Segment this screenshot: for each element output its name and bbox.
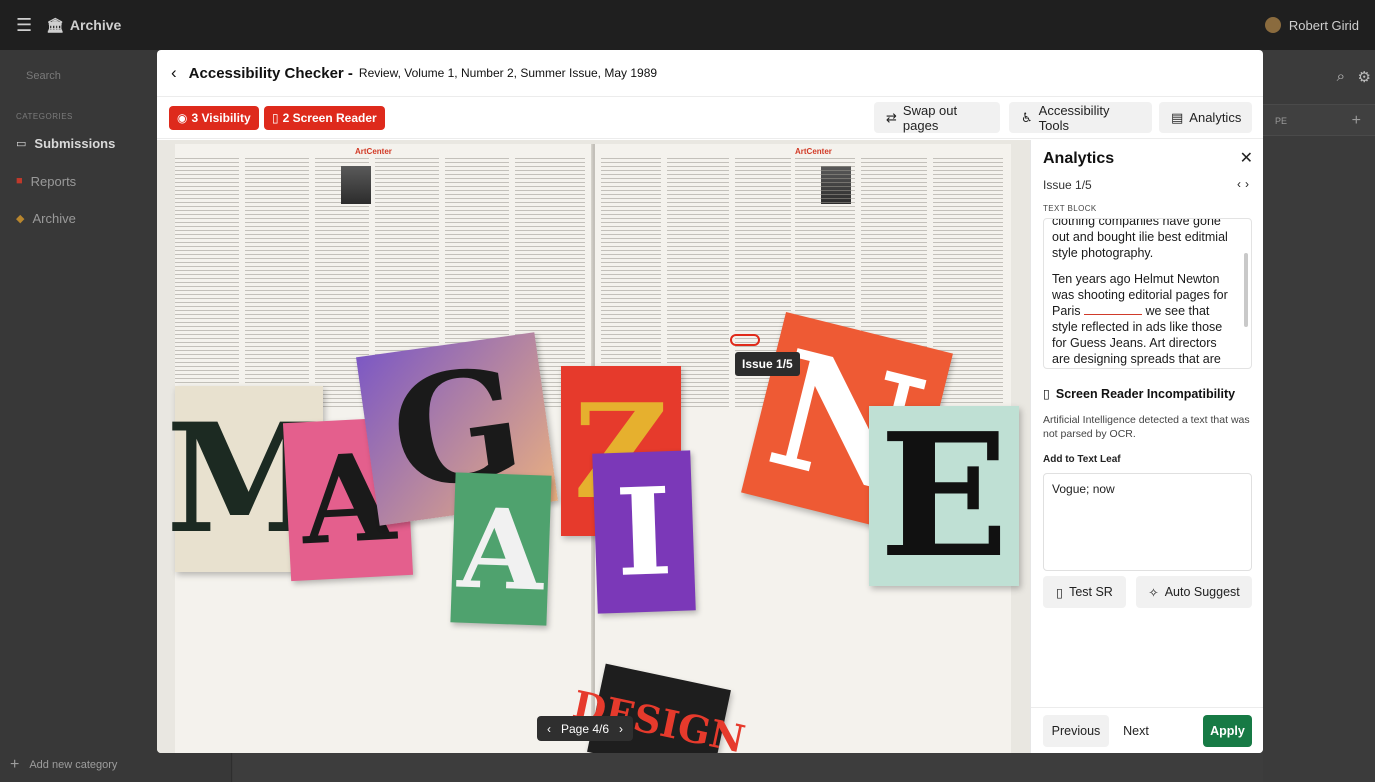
sparkle-icon: ✧: [1148, 585, 1159, 600]
accessibility-checker-modal: ‹ Accessibility Checker - Review, Volume…: [157, 50, 1263, 753]
app-brand[interactable]: 🏛 Archive: [46, 17, 121, 34]
sidebar-item-label: Archive: [32, 210, 76, 226]
categories-heading: CATEGORIES: [16, 112, 73, 121]
letter-card-a2: A: [450, 472, 552, 626]
page-indicator: Page 4/6: [561, 721, 610, 736]
text-column: [175, 158, 239, 408]
add-category-label: Add new category: [29, 759, 118, 771]
clipboard-icon: ▤: [1171, 109, 1184, 125]
previous-button[interactable]: Previous: [1043, 715, 1109, 747]
apply-button[interactable]: Apply: [1203, 715, 1252, 747]
book-icon: ▯: [1056, 585, 1064, 600]
modal-subtitle: Review, Volume 1, Number 2, Summer Issue…: [358, 66, 658, 80]
visibility-issues-badge[interactable]: ◉ 3 Visibility: [169, 106, 259, 130]
next-page-icon[interactable]: ›: [619, 722, 623, 736]
missing-text-blank: [1083, 305, 1142, 315]
previous-page-icon[interactable]: ‹: [547, 722, 551, 736]
analytics-panel: Analytics ✕ Issue 1/5 ‹› TEXT BLOCK clot…: [1030, 140, 1263, 753]
avatar: [1264, 17, 1281, 33]
magazine-masthead-logo: ArtCenter: [795, 147, 832, 156]
issue-nav: ‹›: [1237, 177, 1253, 191]
plus-icon: +: [10, 756, 20, 773]
accessibility-icon: ♿: [1021, 109, 1033, 125]
sidebar-item-reports[interactable]: ■ Reports: [16, 166, 76, 196]
eye-icon: ◉: [177, 111, 188, 125]
text-block-paragraph: clothing companies have gone out and bou…: [1052, 218, 1228, 260]
add-column-icon[interactable]: +: [1352, 105, 1361, 137]
portrait-photo: [341, 166, 371, 204]
chevron-right-icon[interactable]: ›: [1245, 177, 1253, 191]
magazine-masthead-logo: ArtCenter: [355, 147, 392, 156]
user-name: Robert Girid: [1288, 17, 1359, 33]
book-icon: ▯: [1043, 387, 1050, 401]
accessibility-tools-button[interactable]: ♿ Accessibility Tools: [1009, 102, 1152, 133]
sidebar-item-archive[interactable]: ◆ Archive: [16, 203, 76, 233]
letter-card-i: I: [592, 450, 696, 614]
issue-tooltip: Issue 1/5: [735, 352, 800, 376]
magazine-spread: ArtCenter ArtCenter M A G A Z I N E DESI…: [166, 144, 1019, 753]
box-icon: ◆: [16, 212, 25, 225]
sidebar-item-label: Reports: [30, 173, 77, 189]
screen-reader-issue-description: Artificial Intelligence detected a text …: [1043, 414, 1250, 440]
text-block-label: TEXT BLOCK: [1043, 204, 1097, 213]
test-sr-label: Test SR: [1069, 585, 1113, 599]
swap-pages-label: Swap out pages: [902, 102, 958, 133]
background-table-area: ⌕ ⚙ PE +: [1263, 50, 1375, 782]
test-sr-button[interactable]: ▯ Test SR: [1043, 576, 1126, 608]
text-leaf-input[interactable]: Vogue; now: [1043, 473, 1252, 571]
page-navigator: ‹ Page 4/6 ›: [537, 716, 634, 741]
auto-suggest-button[interactable]: ✧ Auto Suggest: [1136, 576, 1252, 608]
text-block[interactable]: clothing companies have gone out and bou…: [1043, 218, 1252, 369]
search-icon[interactable]: ⌕: [1337, 68, 1345, 85]
sidebar-search-input[interactable]: Search: [14, 64, 144, 88]
text-block-paragraph: Ten years ago Helmut Newton was shooting…: [1052, 272, 1228, 366]
hamburger-menu-icon[interactable]: ☰: [16, 15, 32, 36]
screen-reader-issue-title: Screen Reader Incompatibility: [1055, 386, 1236, 401]
letter-card-e: E: [869, 396, 1019, 596]
issue-counter: Issue 1/5: [1043, 178, 1092, 192]
text-column: [245, 158, 309, 408]
gear-icon[interactable]: ⚙: [1358, 68, 1371, 86]
panel-title: Analytics: [1043, 150, 1115, 167]
text-block-scrollbar[interactable]: [1244, 253, 1248, 327]
text-block-content: clothing companies have gone out and bou…: [1052, 218, 1238, 368]
issue-highlight-marker[interactable]: [730, 334, 760, 346]
modal-header: ‹ Accessibility Checker - Review, Volume…: [157, 50, 1263, 97]
book-icon: ▯: [272, 111, 279, 125]
close-icon[interactable]: ✕: [1240, 148, 1253, 168]
auto-suggest-label: Auto Suggest: [1164, 585, 1240, 599]
document-viewer[interactable]: ArtCenter ArtCenter M A G A Z I N E DESI…: [157, 140, 1030, 753]
screen-reader-issue-heading: ▯ Screen Reader Incompatibility: [1043, 386, 1236, 402]
report-icon: ■: [16, 175, 23, 187]
inbox-icon: ▭: [16, 137, 27, 150]
swap-pages-button[interactable]: ⇄ Swap out pages: [874, 102, 1000, 133]
table-header: PE +: [1263, 104, 1375, 136]
screen-reader-issues-label: 2 Screen Reader: [282, 111, 377, 125]
screen-reader-issues-badge[interactable]: ▯ 2 Screen Reader: [264, 106, 385, 130]
institution-icon: 🏛: [46, 16, 64, 33]
analytics-button[interactable]: ▤ Analytics: [1159, 102, 1252, 133]
chevron-left-icon[interactable]: ‹: [1237, 177, 1245, 191]
analytics-label: Analytics: [1189, 110, 1242, 125]
panel-footer: Previous Next Apply: [1031, 707, 1263, 753]
user-menu[interactable]: Robert Girid: [1264, 17, 1359, 33]
accessibility-tools-label: Accessibility Tools: [1038, 102, 1110, 133]
modal-title: Accessibility Checker -: [188, 64, 353, 82]
app-topbar: ☰ 🏛 Archive Robert Girid: [0, 0, 1375, 50]
back-arrow-icon[interactable]: ‹: [171, 63, 177, 83]
visibility-issues-label: 3 Visibility: [191, 111, 251, 125]
modal-toolbar: ◉ 3 Visibility ▯ 2 Screen Reader ⇄ Swap …: [157, 97, 1263, 139]
sidebar-item-submissions[interactable]: ▭ Submissions: [16, 128, 115, 158]
column-header-type: PE: [1275, 116, 1288, 126]
sidebar-item-label: Submissions: [34, 135, 116, 151]
swap-icon: ⇄: [886, 109, 897, 125]
brand-label: Archive: [69, 17, 122, 33]
add-to-text-leaf-label: Add to Text Leaf: [1043, 454, 1121, 465]
add-category-button[interactable]: + Add new category: [10, 756, 117, 774]
next-button[interactable]: Next: [1113, 715, 1159, 747]
